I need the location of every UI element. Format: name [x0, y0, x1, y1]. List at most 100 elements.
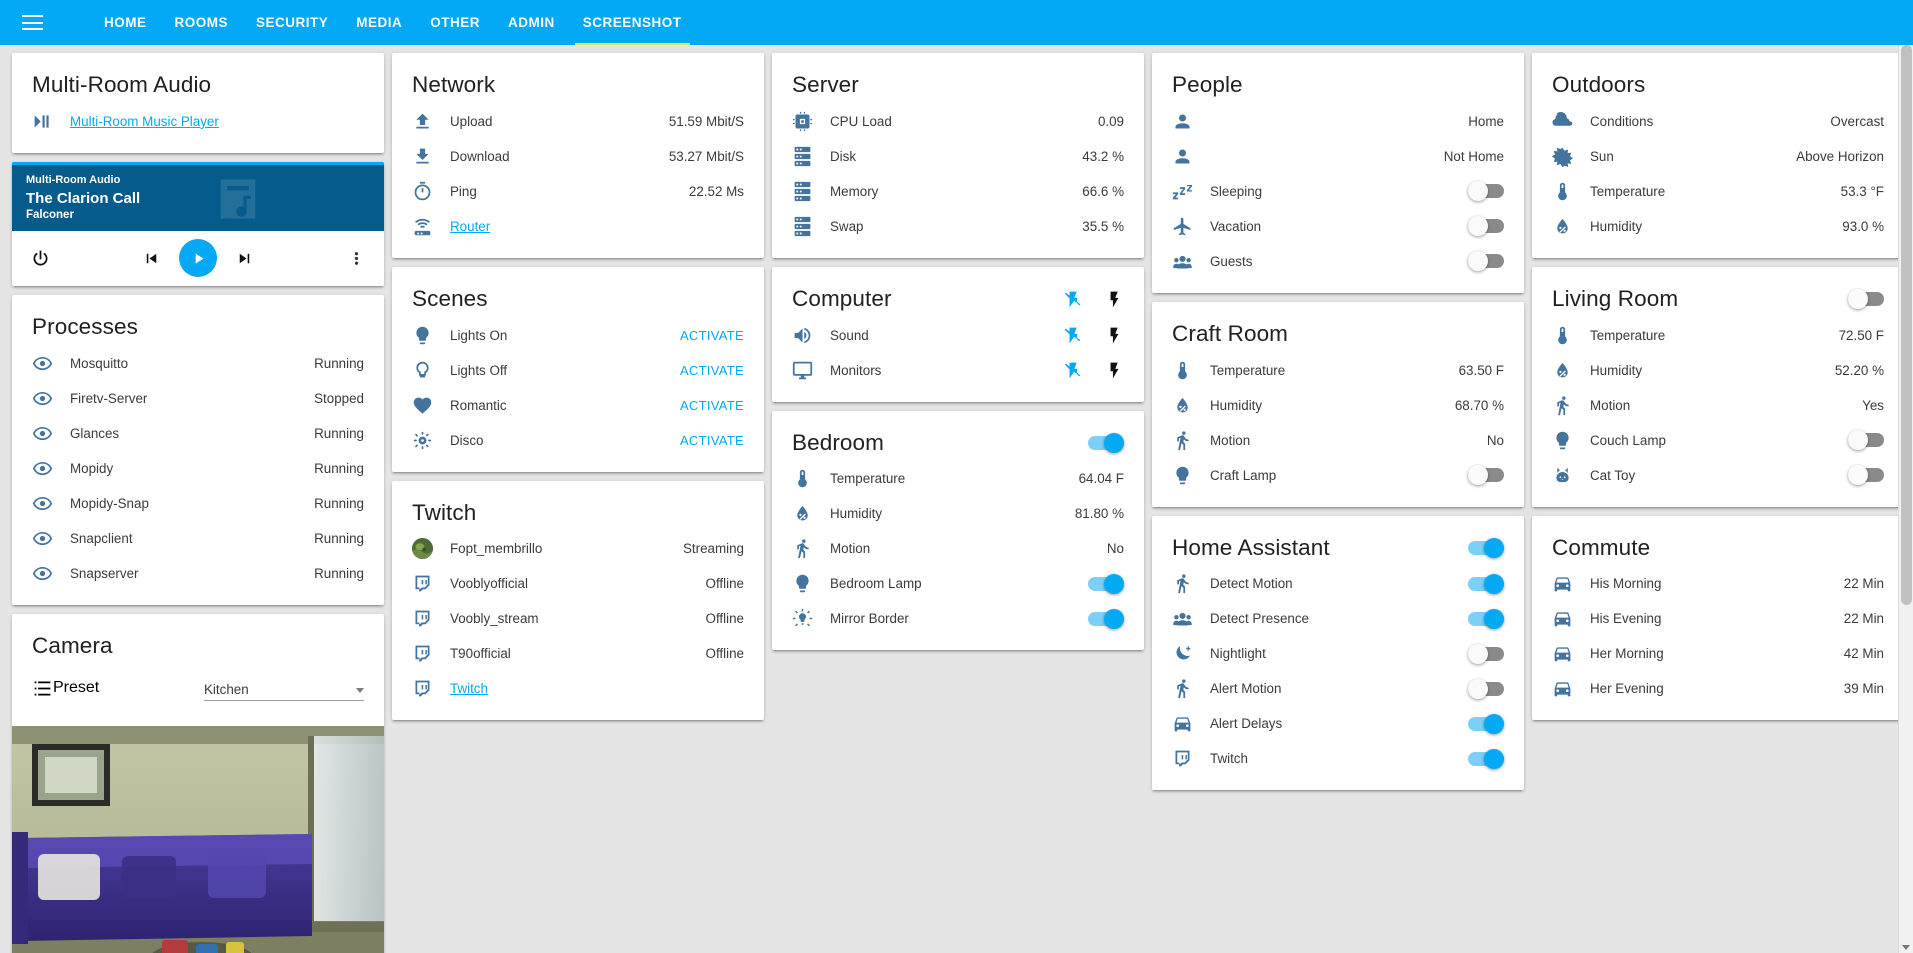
list-item-value: Running: [314, 495, 364, 511]
card-craft-room: Craft Room Temperature 63.50 F Humidity 68.…: [1152, 301, 1524, 507]
router-icon: [412, 216, 438, 237]
list-item[interactable]: Bedroom Lamp: [792, 566, 1124, 601]
list-item[interactable]: Alert Delays: [1172, 706, 1504, 741]
list-item[interactable]: Mirror Border: [792, 601, 1124, 636]
list-item-toggle[interactable]: [1848, 430, 1884, 450]
list-item[interactable]: Router: [412, 209, 744, 244]
list-item[interactable]: Lights Off ACTIVATE: [412, 353, 744, 388]
list-item-value: 22 Min: [1843, 576, 1884, 592]
page-scrollbar[interactable]: [1898, 45, 1913, 953]
flash-icon[interactable]: [1105, 361, 1124, 380]
flash-icon[interactable]: [1105, 290, 1124, 309]
list-item-toggle[interactable]: [1088, 573, 1124, 594]
list-item[interactable]: Multi-Room Music Player: [32, 104, 364, 139]
tab-security[interactable]: SECURITY: [242, 0, 342, 45]
list-item[interactable]: Craft Lamp: [1172, 458, 1504, 493]
list-item-toggle[interactable]: [1468, 608, 1504, 629]
activate-button[interactable]: ACTIVATE: [680, 398, 744, 413]
heart-icon: [412, 395, 438, 416]
column-4: People Home Not Home Sleeping Vacation Guest…: [1152, 53, 1524, 791]
list-item[interactable]: Sleeping: [1172, 174, 1504, 209]
list-item: Humidity 81.80 %: [792, 496, 1124, 531]
list-item[interactable]: Couch Lamp: [1552, 423, 1884, 458]
list-item[interactable]: Guests: [1172, 244, 1504, 279]
multi-room-music-player-link[interactable]: Multi-Room Music Player: [58, 114, 364, 129]
list-item-toggle[interactable]: [1468, 678, 1504, 699]
tab-screenshot[interactable]: SCREENSHOT: [569, 0, 696, 45]
list-item-label: Sound: [830, 327, 869, 343]
list-item[interactable]: Twitch: [412, 671, 744, 706]
list-item-toggle[interactable]: [1468, 251, 1504, 272]
play-button[interactable]: [179, 239, 217, 278]
camera-preset-select[interactable]: Kitchen: [204, 675, 364, 702]
list-item: Mopidy-Snap Running: [32, 486, 364, 521]
list-item-toggle[interactable]: [1848, 465, 1884, 485]
card-server: Server CPU Load 0.09 Disk 43.2 % Memory 66.6 …: [772, 53, 1144, 258]
flash-icon[interactable]: [1105, 326, 1124, 345]
flash-off-icon[interactable]: [1064, 290, 1083, 309]
scroll-down-icon[interactable]: [1902, 945, 1910, 950]
list-item: Disk 43.2 %: [792, 139, 1124, 174]
flash-off-icon[interactable]: [1064, 326, 1083, 345]
list-item-label: Twitch: [1210, 751, 1248, 767]
list-item[interactable]: Alert Motion: [1172, 671, 1504, 706]
skip-next-icon[interactable]: [235, 249, 254, 268]
list-item-toggle[interactable]: [1468, 643, 1504, 664]
tab-home[interactable]: HOME: [90, 0, 161, 45]
list-item-toggle[interactable]: [1468, 713, 1504, 734]
router-link[interactable]: Router: [438, 219, 744, 234]
power-icon[interactable]: [30, 248, 51, 269]
server-icon: [792, 216, 818, 237]
list-item: Humidity 52.20 %: [1552, 353, 1884, 388]
account-group-icon: [1172, 251, 1198, 272]
list-item-toggle[interactable]: [1468, 181, 1504, 202]
activate-button[interactable]: ACTIVATE: [680, 433, 744, 448]
list-item-toggle[interactable]: [1468, 748, 1504, 769]
list-item-toggle[interactable]: [1468, 465, 1504, 485]
card-scenes: Scenes Lights On ACTIVATE Lights Off ACTIVA…: [392, 266, 764, 472]
list-item[interactable]: Nightlight: [1172, 636, 1504, 671]
list-item[interactable]: Twitch: [1172, 741, 1504, 776]
list-item[interactable]: Lights On ACTIVATE: [412, 318, 744, 353]
list-item-value: 68.70 %: [1454, 397, 1504, 413]
tab-media[interactable]: MEDIA: [342, 0, 416, 45]
list-item-toggle[interactable]: [1468, 216, 1504, 237]
card-header: Computer: [772, 267, 1144, 318]
card-home-assistant: Home Assistant Detect Motion Detect Prese…: [1152, 515, 1524, 791]
activate-button[interactable]: ACTIVATE: [680, 328, 744, 343]
living-room-header-toggle[interactable]: [1848, 289, 1884, 310]
list-item: Not Home: [1172, 139, 1504, 174]
card-processes: Processes Mosquitto Running Firetv-Server S…: [12, 294, 384, 605]
bedroom-header-toggle[interactable]: [1088, 432, 1124, 453]
list-item[interactable]: Disco ACTIVATE: [412, 423, 744, 458]
list-item[interactable]: Cat Toy: [1552, 458, 1884, 493]
hamburger-menu-icon[interactable]: [10, 1, 54, 45]
tab-admin[interactable]: ADMIN: [494, 0, 569, 45]
card-header: Living Room: [1532, 267, 1904, 318]
list-item[interactable]: Detect Motion: [1172, 566, 1504, 601]
list-item[interactable]: Vacation: [1172, 209, 1504, 244]
list-item-label: Vooblyofficial: [450, 576, 528, 592]
card-body: Lights On ACTIVATE Lights Off ACTIVATE Roman…: [392, 318, 764, 472]
flash-off-icon[interactable]: [1064, 361, 1083, 380]
scrollbar-thumb[interactable]: [1901, 45, 1912, 605]
list-item-toggle[interactable]: [1468, 573, 1504, 594]
list-item-toggle[interactable]: [1088, 608, 1124, 629]
card-body: Preset Kitchen: [12, 664, 384, 726]
home-assistant-header-toggle[interactable]: [1468, 537, 1504, 558]
list-item[interactable]: Romantic ACTIVATE: [412, 388, 744, 423]
dots-vertical-icon[interactable]: [347, 249, 366, 268]
twitch-link[interactable]: Twitch: [438, 681, 744, 696]
list-item: Her Morning 42 Min: [1552, 636, 1884, 671]
camera-preset-row: Preset Kitchen: [32, 664, 364, 712]
list-item-label: Alert Motion: [1210, 681, 1282, 697]
tab-other[interactable]: OTHER: [416, 0, 494, 45]
list-item-value: 22 Min: [1843, 611, 1884, 627]
list-item[interactable]: Detect Presence: [1172, 601, 1504, 636]
twitch-icon: [412, 643, 438, 664]
activate-button[interactable]: ACTIVATE: [680, 363, 744, 378]
skip-previous-icon[interactable]: [142, 249, 161, 268]
list-item: Fopt_membrillo Streaming: [412, 531, 744, 566]
list-item-value: Above Horizon: [1796, 148, 1884, 164]
tab-rooms[interactable]: ROOMS: [161, 0, 243, 45]
